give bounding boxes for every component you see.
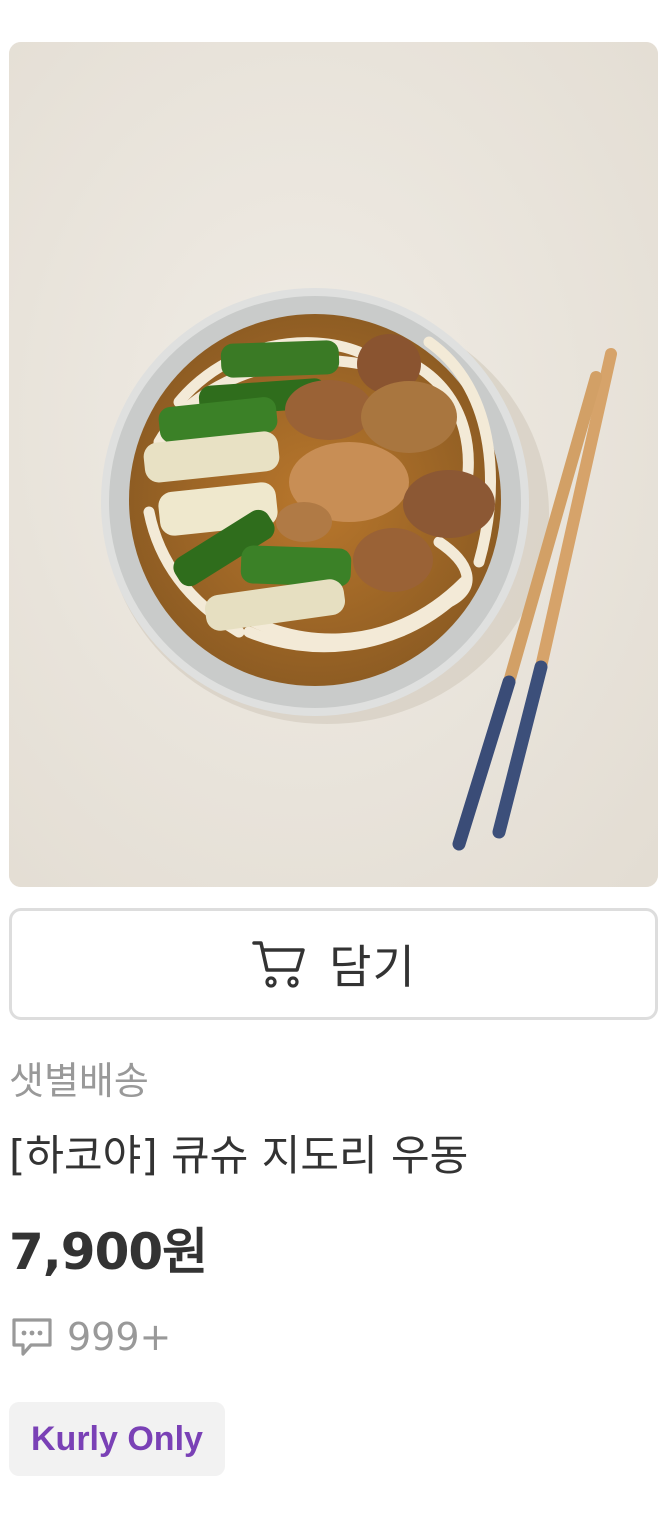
product-price: 7,900원 (9, 1223, 208, 1281)
delivery-type: 샛별배송 (9, 1059, 149, 1103)
kurly-only-badge: Kurly Only (9, 1402, 225, 1476)
cart-icon (251, 938, 307, 990)
speech-bubble-icon (9, 1314, 55, 1360)
review-summary: 999+ (9, 1312, 171, 1362)
product-image[interactable] (9, 42, 658, 887)
cart-button-label: 담기 (329, 940, 416, 994)
udon-bowl-photo (9, 42, 658, 887)
add-to-cart-button[interactable]: 담기 (9, 908, 658, 1020)
product-card[interactable]: 담기 샛별배송 [하코야] 큐슈 지도리 우동 7,900원 999+ Kurl… (0, 0, 671, 1534)
product-name[interactable]: [하코야] 큐슈 지도리 우동 (9, 1122, 468, 1183)
review-count: 999+ (67, 1315, 172, 1359)
